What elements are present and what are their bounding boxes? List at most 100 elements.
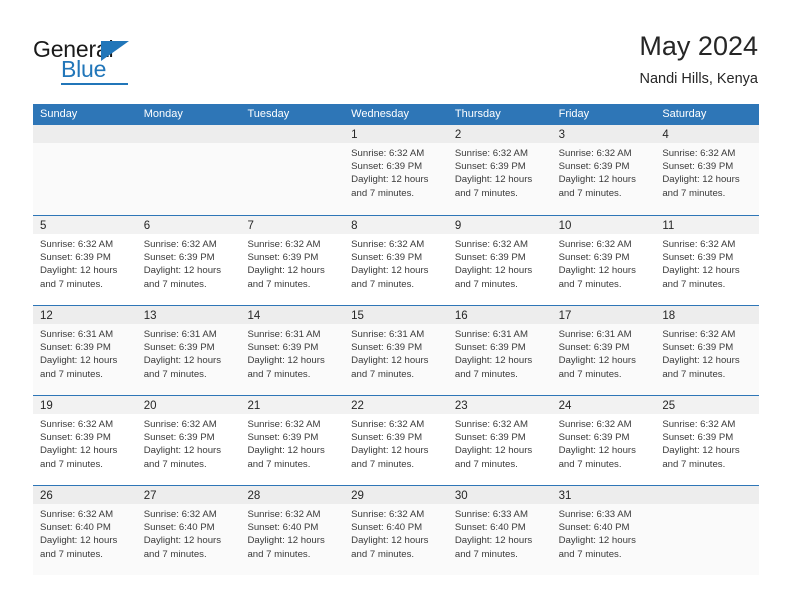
sun-info-line: and 7 minutes.: [558, 278, 622, 290]
date-strip: 12: [33, 306, 137, 324]
sun-info-line: Daylight: 12 hours: [662, 355, 740, 367]
date-number: 2: [454, 129, 462, 141]
sun-info: Sunrise: 6:32 AM Sunset: 6:39 PM Daylight:…: [552, 414, 656, 471]
sun-info-line: Sunset: 6:39 PM: [351, 252, 423, 264]
calendar-week-row: 12 Sunrise: 6:31 AM Sunset: 6:39 PM Dayligh…: [33, 305, 760, 395]
sun-info-line: and 7 minutes.: [454, 458, 518, 470]
date-number: 18: [662, 310, 676, 322]
sun-info-line: Sunset: 6:39 PM: [143, 252, 215, 264]
sun-info-line: Sunrise: 6:32 AM: [247, 509, 321, 520]
date-strip: [136, 125, 241, 143]
day-cell-2[interactable]: 2 Sunrise: 6:32 AM Sunset: 6:39 PM Daylight…: [447, 125, 552, 215]
day-cell-24[interactable]: 24 Sunrise: 6:32 AM Sunset: 6:39 PM Dayligh…: [551, 396, 656, 485]
day-cell-9[interactable]: 9 Sunrise: 6:32 AM Sunset: 6:39 PM Daylight…: [447, 216, 552, 305]
day-of-week-tuesday: Tuesday: [247, 108, 290, 120]
sun-info-line: Sunrise: 6:32 AM: [143, 419, 217, 430]
day-cell-27[interactable]: 27 Sunrise: 6:32 AM Sunset: 6:40 PM Dayligh…: [136, 486, 241, 575]
day-cell-7[interactable]: 7 Sunrise: 6:32 AM Sunset: 6:39 PM Daylight…: [240, 216, 345, 305]
day-cell-21[interactable]: 21 Sunrise: 6:32 AM Sunset: 6:39 PM Dayligh…: [240, 396, 345, 485]
sun-info-line: Sunset: 6:39 PM: [454, 252, 526, 264]
day-cell-28[interactable]: 28 Sunrise: 6:32 AM Sunset: 6:40 PM Dayligh…: [240, 486, 345, 575]
day-cell-1[interactable]: 1 Sunrise: 6:32 AM Sunset: 6:39 PM Daylight…: [344, 125, 448, 215]
sun-info: Sunrise: 6:31 AM Sunset: 6:39 PM Daylight:…: [33, 324, 137, 381]
day-cell-22[interactable]: 22 Sunrise: 6:32 AM Sunset: 6:39 PM Dayligh…: [344, 396, 448, 485]
sun-info-line: and 7 minutes.: [558, 458, 622, 470]
date-number: 29: [351, 490, 364, 502]
date-strip: 26: [33, 486, 137, 504]
sun-info-line: Sunset: 6:40 PM: [351, 522, 423, 534]
sun-info-line: Sunset: 6:39 PM: [662, 161, 734, 173]
date-strip: 13: [136, 306, 241, 324]
date-number: 22: [351, 400, 364, 412]
day-cell-17[interactable]: 17 Sunrise: 6:31 AM Sunset: 6:39 PM Dayligh…: [551, 306, 656, 395]
sun-info-line: Daylight: 12 hours: [662, 265, 740, 277]
sun-info-line: and 7 minutes.: [143, 368, 207, 380]
day-cell-4[interactable]: 4 Sunrise: 6:32 AM Sunset: 6:39 PM Daylight…: [655, 125, 760, 215]
day-cell-16[interactable]: 16 Sunrise: 6:31 AM Sunset: 6:39 PM Dayligh…: [447, 306, 552, 395]
day-cell-14[interactable]: 14 Sunrise: 6:31 AM Sunset: 6:39 PM Dayligh…: [240, 306, 345, 395]
sun-info-line: Daylight: 12 hours: [558, 445, 636, 457]
date-strip: 9: [447, 216, 552, 234]
date-strip: [655, 486, 760, 504]
date-number: 25: [662, 400, 676, 412]
day-cell-10[interactable]: 10 Sunrise: 6:32 AM Sunset: 6:39 PM Dayligh…: [551, 216, 656, 305]
sun-info-line: Daylight: 12 hours: [247, 265, 325, 277]
general-blue-logo[interactable]: General Blue: [33, 36, 173, 88]
sun-info-line: and 7 minutes.: [247, 458, 311, 470]
sun-info-line: Sunrise: 6:32 AM: [558, 148, 632, 159]
day-cell-25[interactable]: 25 Sunrise: 6:32 AM Sunset: 6:39 PM Dayligh…: [655, 396, 760, 485]
date-number: 31: [558, 490, 572, 502]
date-strip: 21: [240, 396, 345, 414]
title-block: May 2024 Nandi Hills, Kenya: [639, 30, 758, 88]
day-cell-23[interactable]: 23 Sunrise: 6:32 AM Sunset: 6:39 PM Dayligh…: [447, 396, 552, 485]
date-number: 4: [662, 129, 669, 141]
day-cell-20[interactable]: 20 Sunrise: 6:32 AM Sunset: 6:39 PM Dayligh…: [136, 396, 241, 485]
sun-info-line: Sunset: 6:39 PM: [558, 161, 630, 173]
sun-info-line: Sunrise: 6:32 AM: [662, 148, 736, 159]
day-cell-29[interactable]: 29 Sunrise: 6:32 AM Sunset: 6:40 PM Dayligh…: [344, 486, 448, 575]
sun-info-line: Sunset: 6:40 PM: [143, 522, 215, 534]
sun-info-line: Daylight: 12 hours: [558, 535, 636, 547]
day-cell-12[interactable]: 12 Sunrise: 6:31 AM Sunset: 6:39 PM Dayligh…: [33, 306, 137, 395]
day-cell-5[interactable]: 5 Sunrise: 6:32 AM Sunset: 6:39 PM Daylight…: [33, 216, 137, 305]
day-cell-26[interactable]: 26 Sunrise: 6:32 AM Sunset: 6:40 PM Dayligh…: [33, 486, 137, 575]
sun-info: Sunrise: 6:32 AM Sunset: 6:39 PM Daylight:…: [552, 143, 656, 200]
sun-info: Sunrise: 6:32 AM Sunset: 6:39 PM Daylight:…: [137, 414, 241, 471]
date-number: 16: [454, 310, 468, 322]
sun-info: Sunrise: 6:32 AM Sunset: 6:39 PM Daylight:…: [344, 414, 448, 471]
sun-info: Sunrise: 6:33 AM Sunset: 6:40 PM Daylight:…: [552, 504, 656, 561]
sun-info: Sunrise: 6:32 AM Sunset: 6:40 PM Daylight:…: [33, 504, 137, 561]
day-cell-19[interactable]: 19 Sunrise: 6:32 AM Sunset: 6:39 PM Dayligh…: [33, 396, 137, 485]
sun-info-line: Daylight: 12 hours: [662, 445, 740, 457]
sun-info-line: Daylight: 12 hours: [351, 174, 429, 186]
day-cell-15[interactable]: 15 Sunrise: 6:31 AM Sunset: 6:39 PM Dayligh…: [344, 306, 448, 395]
day-cell-8[interactable]: 8 Sunrise: 6:32 AM Sunset: 6:39 PM Daylight…: [344, 216, 448, 305]
day-cell-6[interactable]: 6 Sunrise: 6:32 AM Sunset: 6:39 PM Daylight…: [136, 216, 241, 305]
date-strip: 6: [136, 216, 241, 234]
day-of-week-monday: Monday: [143, 108, 183, 120]
day-cell-13[interactable]: 13 Sunrise: 6:31 AM Sunset: 6:39 PM Dayligh…: [136, 306, 241, 395]
sun-info: Sunrise: 6:32 AM Sunset: 6:39 PM Daylight:…: [344, 234, 448, 291]
day-cell-11[interactable]: 11 Sunrise: 6:32 AM Sunset: 6:39 PM Dayligh…: [655, 216, 760, 305]
sun-info-line: Sunrise: 6:31 AM: [247, 329, 321, 340]
sun-info-line: Sunset: 6:39 PM: [662, 432, 734, 444]
sun-info-line: Sunrise: 6:32 AM: [454, 148, 528, 159]
date-number: 20: [143, 400, 157, 412]
sun-info-line: Sunrise: 6:32 AM: [351, 509, 425, 520]
sun-info-line: Daylight: 12 hours: [247, 355, 325, 367]
day-cell-empty: [136, 125, 241, 215]
day-cell-3[interactable]: 3 Sunrise: 6:32 AM Sunset: 6:39 PM Daylight…: [551, 125, 656, 215]
day-cell-30[interactable]: 30 Sunrise: 6:33 AM Sunset: 6:40 PM Dayligh…: [447, 486, 552, 575]
date-strip: 17: [551, 306, 656, 324]
sun-info-line: and 7 minutes.: [247, 368, 311, 380]
day-cell-31[interactable]: 31 Sunrise: 6:33 AM Sunset: 6:40 PM Dayligh…: [551, 486, 656, 575]
date-number: 8: [351, 220, 358, 232]
sun-info-line: Sunrise: 6:32 AM: [351, 148, 425, 159]
date-number: 9: [454, 220, 462, 232]
sun-info-line: Sunrise: 6:32 AM: [454, 419, 528, 430]
date-number: 28: [247, 490, 261, 502]
day-cell-18[interactable]: 18 Sunrise: 6:32 AM Sunset: 6:39 PM Dayligh…: [655, 306, 760, 395]
logo-underline: [61, 83, 128, 85]
sun-info-line: and 7 minutes.: [558, 368, 622, 380]
sun-info-line: Daylight: 12 hours: [558, 265, 636, 277]
